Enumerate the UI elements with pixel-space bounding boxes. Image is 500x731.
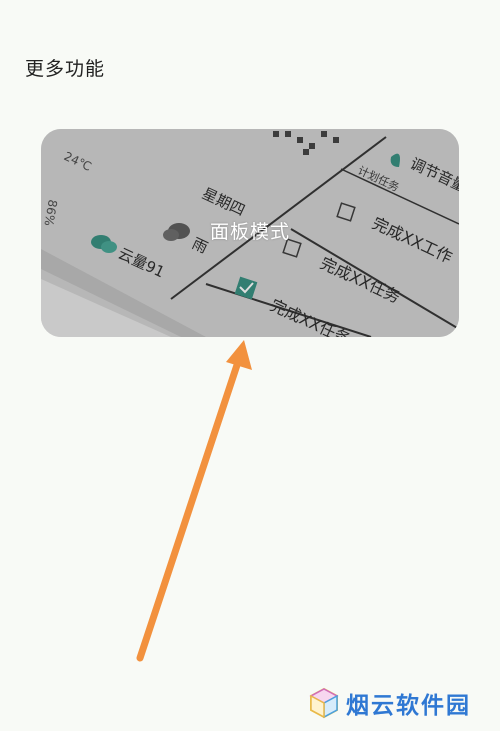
section-title: 更多功能	[25, 58, 106, 80]
watermark-text: 烟云软件园	[346, 693, 471, 719]
watermark: 烟云软件园	[308, 686, 471, 720]
watermark-logo-icon	[309, 687, 339, 719]
arrow-pointer-icon	[136, 340, 252, 662]
panel-mode-label: 面板模式	[209, 221, 290, 243]
panel-mode-card[interactable]: 24℃ 86% 星期四 雨 云量91 计划任务 调节音量 完成XX工作 完成XX…	[41, 129, 459, 337]
